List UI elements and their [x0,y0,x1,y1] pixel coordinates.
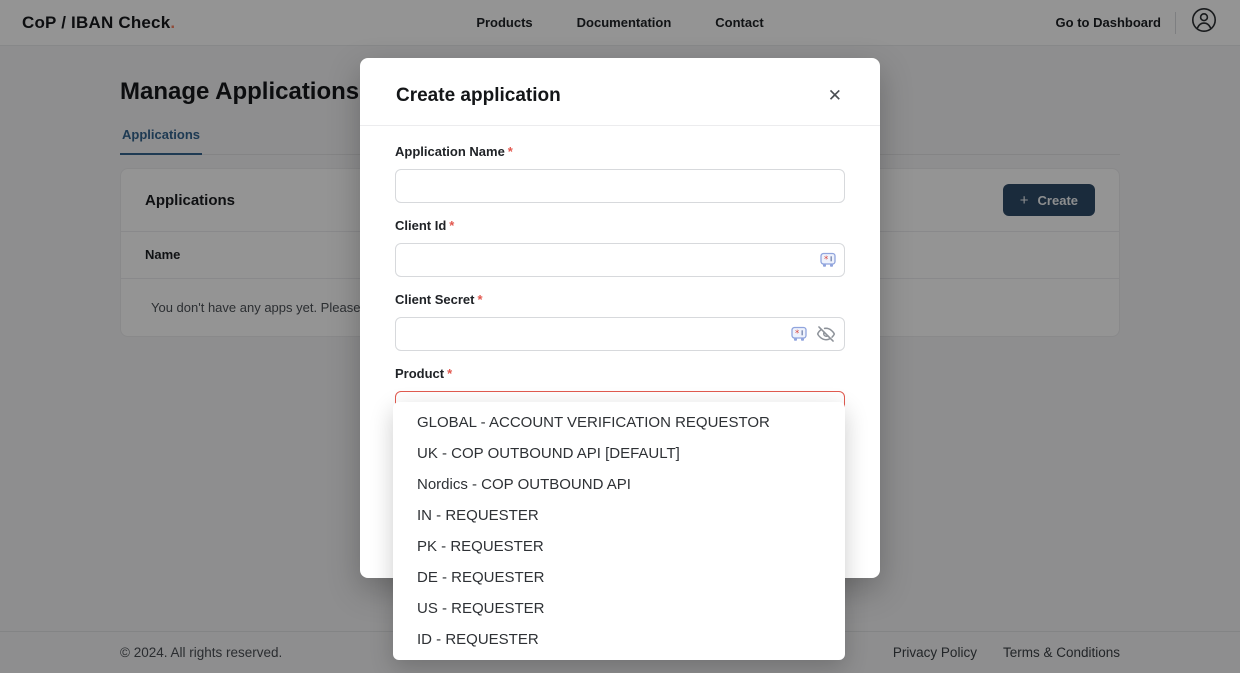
client-secret-label: Client Secret* [395,292,845,308]
product-label-text: Product [395,366,444,381]
modal-body: Application Name* Client Id* * [360,126,880,425]
required-asterisk: * [449,218,454,233]
client-secret-group: Client Secret* * [395,292,845,351]
application-name-label-text: Application Name [395,144,505,159]
required-asterisk: * [447,366,452,381]
application-name-input[interactable] [395,169,845,203]
product-label: Product* [395,366,845,382]
app-viewport: CoP / IBAN Check. Products Documentation… [0,0,1240,673]
client-id-group: Client Id* * [395,218,845,277]
client-secret-label-text: Client Secret [395,292,474,307]
client-id-wrap: * [395,243,845,277]
product-option[interactable]: Nordics - COP OUTBOUND API [393,469,845,500]
product-option[interactable]: DE - REQUESTER [393,562,845,593]
required-asterisk: * [477,292,482,307]
modal-header: Create application ✕ [360,58,880,110]
client-secret-wrap: * [395,317,845,351]
client-id-label: Client Id* [395,218,845,234]
product-dropdown: GLOBAL - ACCOUNT VERIFICATION REQUESTOR … [393,402,845,660]
client-id-label-text: Client Id [395,218,446,233]
application-name-label: Application Name* [395,144,845,160]
product-option[interactable]: PK - REQUESTER [393,531,845,562]
required-asterisk: * [508,144,513,159]
product-option[interactable]: UK - COP OUTBOUND API [DEFAULT] [393,438,845,469]
svg-text:*: * [824,255,828,265]
application-name-group: Application Name* [395,144,845,203]
close-icon[interactable]: ✕ [824,82,846,110]
modal-title: Create application [396,82,561,110]
application-name-wrap [395,169,845,203]
product-option[interactable]: ID - REQUESTER [393,624,845,655]
svg-text:*: * [795,329,799,339]
autofill-vault-icon[interactable]: * [820,253,836,268]
client-secret-input[interactable] [395,317,845,351]
autofill-vault-icon[interactable]: * [791,327,807,342]
product-option[interactable]: US - REQUESTER [393,593,845,624]
client-id-input[interactable] [395,243,845,277]
eye-off-icon[interactable] [816,324,836,344]
product-option[interactable]: IN - REQUESTER [393,500,845,531]
product-option[interactable]: GLOBAL - ACCOUNT VERIFICATION REQUESTOR [393,407,845,438]
